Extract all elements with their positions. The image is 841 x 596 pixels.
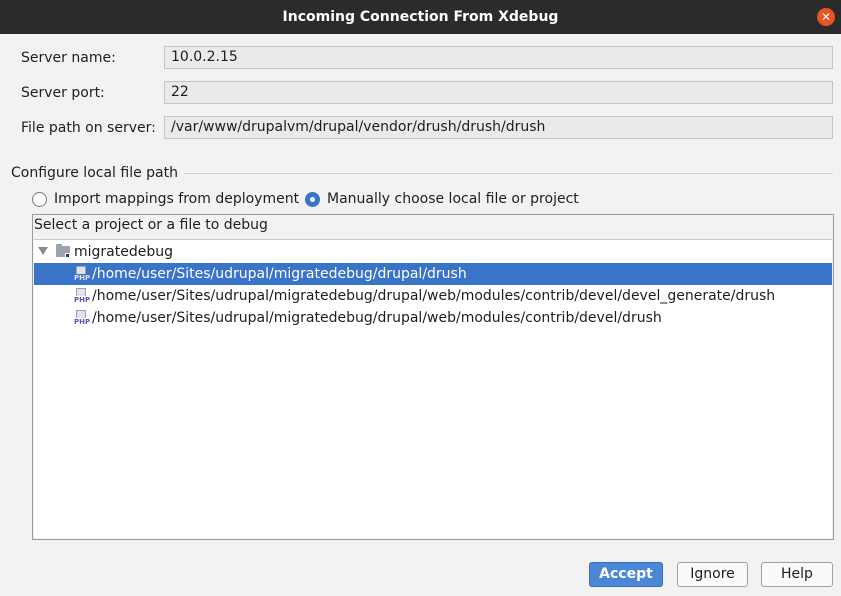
dialog-titlebar: Incoming Connection From Xdebug ✕ [0, 0, 841, 34]
tree-item[interactable]: PHP /home/user/Sites/udrupal/migratedebu… [34, 263, 832, 285]
server-port-field: 22 [164, 81, 833, 104]
radio-manual-label[interactable]: Manually choose local file or project [327, 191, 579, 207]
php-file-icon: PHP [73, 266, 92, 282]
radio-unchecked-icon[interactable] [32, 191, 47, 207]
expand-arrow-icon[interactable] [38, 247, 48, 255]
project-tree[interactable]: migratedebug PHP /home/user/Sites/udrupa… [34, 239, 832, 538]
tree-item[interactable]: PHP /home/user/Sites/udrupal/migratedebu… [34, 285, 832, 307]
server-port-label: Server port: [21, 85, 105, 101]
project-file-panel: Select a project or a file to debug migr… [32, 214, 834, 540]
close-icon[interactable]: ✕ [817, 8, 835, 26]
tree-item-label: /home/user/Sites/udrupal/migratedebug/dr… [92, 310, 662, 326]
php-file-icon: PHP [73, 288, 92, 304]
accept-button[interactable]: Accept [589, 562, 663, 587]
server-name-label: Server name: [21, 50, 116, 66]
ignore-button[interactable]: Ignore [677, 562, 748, 587]
help-button[interactable]: Help [761, 562, 833, 587]
tree-root-label: migratedebug [74, 244, 173, 260]
file-path-field: /var/www/drupalvm/drupal/vendor/drush/dr… [164, 116, 833, 139]
file-path-label: File path on server: [21, 120, 156, 136]
configure-local-path-title: Configure local file path [11, 163, 184, 183]
radio-checked-icon[interactable] [305, 191, 320, 207]
tree-item-label: /home/user/Sites/udrupal/migratedebug/dr… [92, 266, 467, 282]
panel-title: Select a project or a file to debug [34, 217, 268, 233]
radio-manual-choose[interactable]: Manually choose local file or project [305, 189, 579, 209]
folder-icon [56, 244, 70, 258]
radio-import-mappings[interactable]: Import mappings from deployment [32, 189, 299, 209]
tree-item-label: /home/user/Sites/udrupal/migratedebug/dr… [92, 288, 776, 304]
tree-item[interactable]: PHP /home/user/Sites/udrupal/migratedebu… [34, 307, 832, 329]
php-file-icon: PHP [73, 310, 92, 326]
dialog-title: Incoming Connection From Xdebug [282, 9, 559, 25]
radio-import-label[interactable]: Import mappings from deployment [54, 191, 299, 207]
server-name-field: 10.0.2.15 [164, 46, 833, 69]
tree-root-row[interactable]: migratedebug [34, 241, 832, 263]
